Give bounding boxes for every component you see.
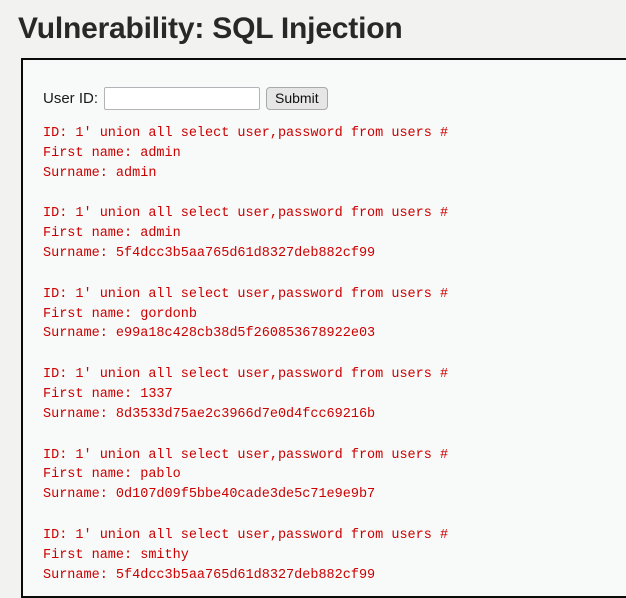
result-id-line: ID: 1' union all select user,password fr… [43,367,449,383]
result-surname-line: Surname: 8d3533d75ae2c3966d7e0d4fcc69216… [43,406,376,422]
result-first-name-line: First name: admin [43,226,181,242]
result-block: ID: 1' union all select user,password fr… [43,526,626,585]
sql-injection-form: User ID: Submit [23,60,626,110]
result-surname-line: Surname: 5f4dcc3b5aa765d61d8327deb882cf9… [43,245,376,261]
result-surname-line: Surname: e99a18c428cb38d5f260853678922e0… [43,326,376,342]
user-id-input[interactable] [104,87,261,110]
result-block: ID: 1' union all select user,password fr… [43,204,626,263]
result-first-name-line: First name: admin [43,145,181,161]
result-block: ID: 1' union all select user,password fr… [43,124,626,183]
vulnerability-content-panel: User ID: Submit ID: 1' union all select … [21,58,626,598]
page-title: Vulnerability: SQL Injection [18,12,403,45]
result-block: ID: 1' union all select user,password fr… [43,285,626,344]
result-id-line: ID: 1' union all select user,password fr… [43,527,449,543]
query-results-list: ID: 1' union all select user,password fr… [23,110,626,585]
result-id-line: ID: 1' union all select user,password fr… [43,286,449,302]
user-id-label: User ID: [43,89,99,107]
result-block: ID: 1' union all select user,password fr… [43,365,626,424]
submit-button[interactable]: Submit [266,87,328,110]
result-block: ID: 1' union all select user,password fr… [43,446,626,505]
result-surname-line: Surname: admin [43,165,157,181]
result-first-name-line: First name: 1337 [43,386,173,402]
result-id-line: ID: 1' union all select user,password fr… [43,206,449,222]
result-first-name-line: First name: pablo [43,467,181,483]
result-id-line: ID: 1' union all select user,password fr… [43,126,449,141]
result-surname-line: Surname: 5f4dcc3b5aa765d61d8327deb882cf9… [43,567,376,583]
result-surname-line: Surname: 0d107d09f5bbe40cade3de5c71e9e9b… [43,487,376,503]
result-first-name-line: First name: gordonb [43,306,197,322]
result-id-line: ID: 1' union all select user,password fr… [43,447,449,463]
result-first-name-line: First name: smithy [43,547,189,563]
